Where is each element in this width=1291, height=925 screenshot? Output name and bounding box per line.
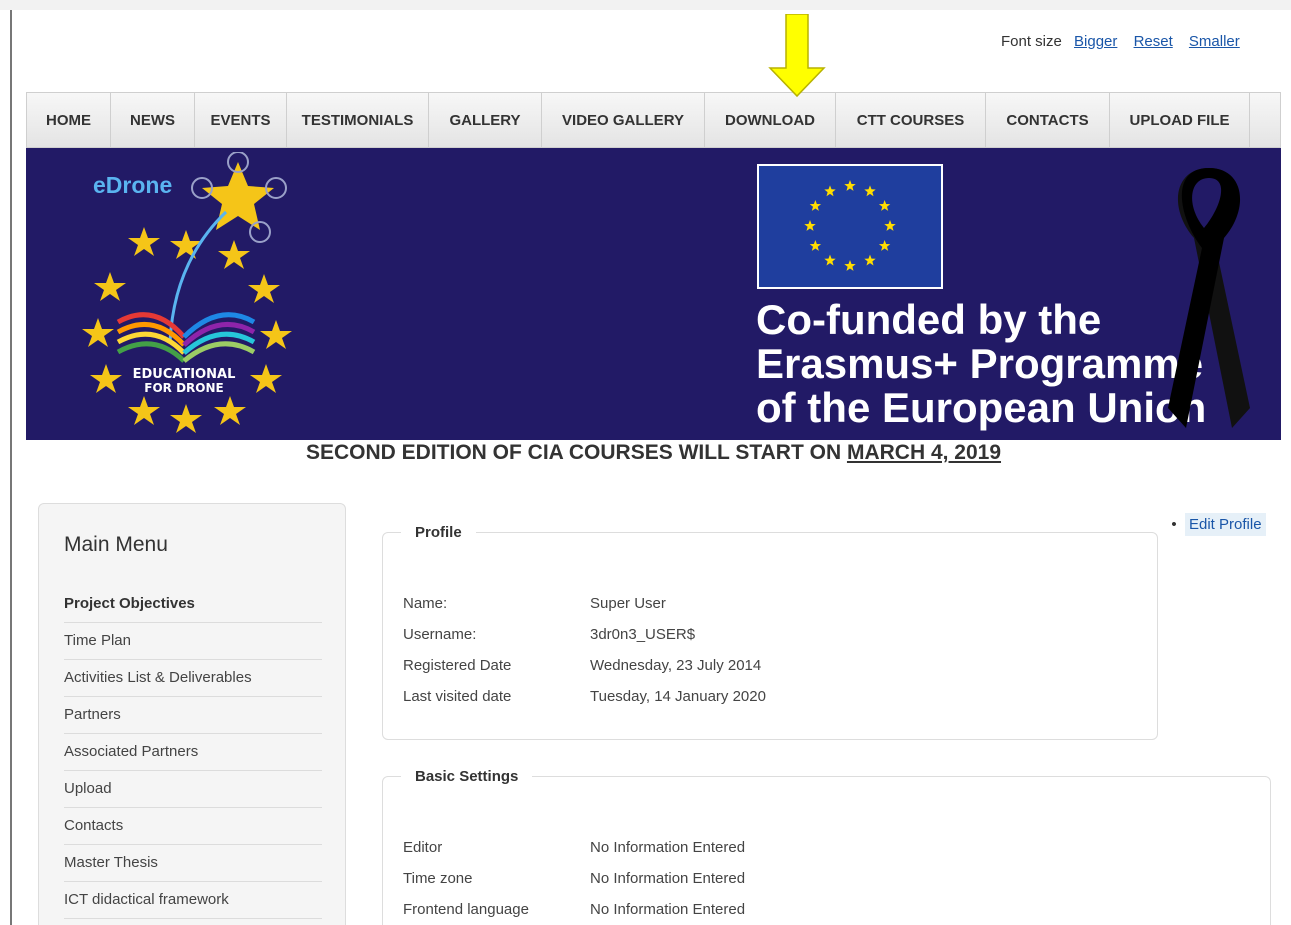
nav-item-testimonials[interactable]: TESTIMONIALS [287, 93, 429, 147]
edit-profile-item: • Edit Profile [1163, 513, 1266, 536]
menu-item-project-objectives[interactable]: Project Objectives [64, 586, 322, 623]
nav-item-home[interactable]: HOME [27, 93, 111, 147]
info-row-label: Frontend language [403, 901, 529, 918]
header-banner: EDUCATIONAL FOR DRONE eDrone Co-funded b… [26, 148, 1281, 440]
eu-star-icon [809, 240, 822, 251]
cofund-line-3: of the European Union [756, 384, 1207, 431]
menu-item-ict-didactical-framework[interactable]: ICT didactical framework [64, 882, 322, 919]
menu-item-upload[interactable]: Upload [64, 771, 322, 808]
menu-item-master-thesis[interactable]: Master Thesis [64, 845, 322, 882]
eu-flag-icon [757, 164, 943, 289]
browser-top-strip [0, 0, 1291, 10]
nav-item-contacts[interactable]: CONTACTS [986, 93, 1110, 147]
profile-rows: Name: Super User Username: 3dr0n3_USER$ Regi… [403, 593, 766, 717]
eu-star-icon [884, 220, 896, 231]
eu-star-icon [878, 240, 891, 251]
info-row: Last visited date Tuesday, 14 January 202… [403, 686, 766, 717]
font-size-controls: Font size Bigger Reset Smaller [1001, 33, 1240, 50]
mourning-ribbon-icon [1168, 168, 1250, 428]
menu-item-scientific-publications[interactable]: Scientific Publications [64, 919, 322, 925]
main-menu-sidebar: Main Menu Project Objectives Time Plan Act… [38, 503, 346, 925]
eu-star-icon [878, 200, 891, 211]
nav-item-gallery[interactable]: GALLERY [429, 93, 542, 147]
logo-tag-1: EDUCATIONAL [133, 367, 236, 382]
info-row-value: No Information Entered [590, 901, 746, 918]
nav-item-news[interactable]: NEWS [111, 93, 195, 147]
eu-star-icon [804, 220, 816, 231]
info-row-value: No Information Entered [590, 839, 746, 856]
info-row: Editor No Information Entered [403, 837, 745, 868]
main-menu-list: Project Objectives Time Plan Activities Li… [64, 586, 322, 925]
eu-star-icon [824, 254, 836, 266]
eu-star-icon [864, 185, 876, 197]
info-row-value: Wednesday, 23 July 2014 [590, 657, 762, 674]
info-row: Username: 3dr0n3_USER$ [403, 624, 766, 655]
info-row-label: Username: [403, 626, 477, 643]
page-left-border [10, 10, 12, 925]
edrone-logo-icon: EDUCATIONAL FOR DRONE [82, 152, 292, 433]
profile-fieldset: Profile Name: Super User Username: 3dr0n3_U… [382, 524, 1158, 740]
basic-settings-rows: Editor No Information Entered Time zone No … [403, 837, 745, 925]
info-row-value: Tuesday, 14 January 2020 [590, 688, 766, 705]
nav-item-download[interactable]: DOWNLOAD [705, 93, 836, 147]
announcement-banner: SECOND EDITION OF CIA COURSES WILL START… [0, 441, 1291, 465]
basic-settings-legend: Basic Settings [415, 768, 519, 785]
profile-legend: Profile [415, 524, 462, 541]
font-smaller-link[interactable]: Smaller [1189, 33, 1240, 50]
down-arrow-icon [768, 14, 826, 98]
basic-settings-fieldset: Basic Settings Editor No Information Ente… [382, 768, 1271, 925]
info-row: Frontend language No Information Entered [403, 899, 745, 925]
eu-star-icon [809, 200, 822, 211]
main-nav-bar: HOME NEWS EVENTS TESTIMONIALS GALLERY VIDEO G… [26, 92, 1281, 148]
logo-tag-2: FOR DRONE [144, 381, 223, 395]
bullet-icon: • [1171, 516, 1177, 533]
logo-name: eDrone [93, 172, 173, 198]
info-row: Name: Super User [403, 593, 766, 624]
menu-item-partners[interactable]: Partners [64, 697, 322, 734]
menu-item-associated-partners[interactable]: Associated Partners [64, 734, 322, 771]
menu-item-time-plan[interactable]: Time Plan [64, 623, 322, 660]
font-size-label: Font size [1001, 33, 1062, 50]
menu-item-contacts[interactable]: Contacts [64, 808, 322, 845]
edit-profile-link[interactable]: Edit Profile [1185, 513, 1266, 536]
info-row-label: Last visited date [403, 688, 512, 705]
eu-star-icon [824, 185, 836, 197]
info-row-value: No Information Entered [590, 870, 746, 887]
eu-star-icon [844, 260, 856, 271]
announcement-date: MARCH 4, 2019 [846, 441, 1002, 464]
info-row-label: Time zone [403, 870, 473, 887]
nav-item-upload-file[interactable]: UPLOAD FILE [1110, 93, 1250, 147]
info-row-label: Editor [403, 839, 443, 856]
info-row: Time zone No Information Entered [403, 868, 745, 899]
eu-star-icon [864, 254, 876, 266]
info-row-value: Super User [590, 595, 666, 612]
info-row: Registered Date Wednesday, 23 July 2014 [403, 655, 766, 686]
nav-item-video-gallery[interactable]: VIDEO GALLERY [542, 93, 705, 147]
font-bigger-link[interactable]: Bigger [1074, 33, 1117, 50]
cofund-line-2: Erasmus+ Programme [756, 340, 1204, 387]
announcement-text: SECOND EDITION OF CIA COURSES WILL START… [305, 441, 847, 464]
font-reset-link[interactable]: Reset [1134, 33, 1173, 50]
menu-item-activities-list-deliverables[interactable]: Activities List & Deliverables [64, 660, 322, 697]
cofund-line-1: Co-funded by the [756, 296, 1102, 343]
nav-item-events[interactable]: EVENTS [195, 93, 287, 147]
nav-item-ctt-courses[interactable]: CTT COURSES [836, 93, 986, 147]
info-row-label: Registered Date [403, 657, 512, 674]
eu-star-icon [844, 180, 856, 191]
main-menu-title: Main Menu [64, 533, 168, 556]
info-row-value: 3dr0n3_USER$ [590, 626, 696, 643]
cofunded-text: Co-funded by the Erasmus+ Programme of t… [756, 298, 1206, 430]
info-row-label: Name: [403, 595, 448, 612]
